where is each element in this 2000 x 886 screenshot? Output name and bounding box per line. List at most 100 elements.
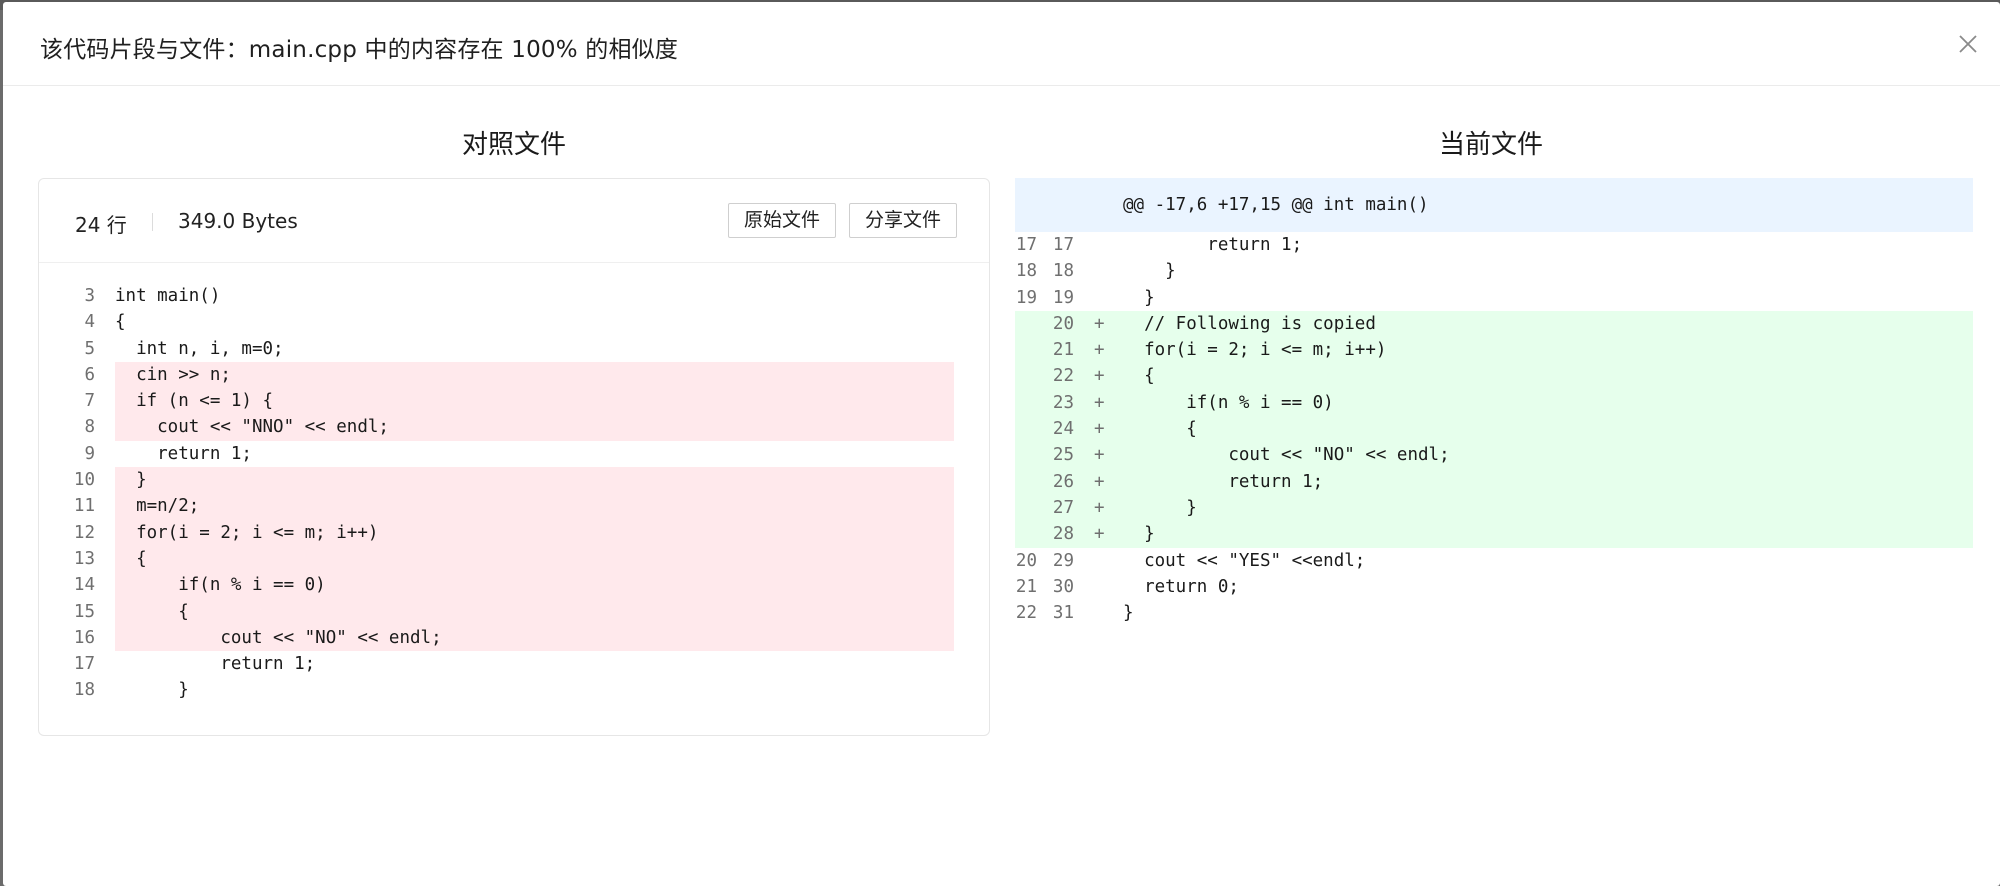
code-line: 4{: [39, 309, 989, 335]
new-line-number: 19: [1052, 287, 1074, 308]
reference-code-view: 3 int main() 4{5 int n, i, m=0; 6 cin >> n;…: [39, 283, 989, 704]
line-number: 15: [73, 601, 95, 622]
code-text: cout << "NO" << endl;: [1123, 445, 1450, 466]
line-number: 10: [73, 470, 95, 491]
file-toolbar: 24 行 349.0 Bytes 原始文件 分享文件: [39, 179, 989, 263]
new-line-number: 17: [1052, 235, 1074, 255]
old-line-number: 17: [1015, 235, 1037, 255]
diff-line-added: 27 + }: [1015, 494, 1973, 522]
code-text: {: [1123, 366, 1155, 387]
code-line: 10 }: [39, 467, 989, 494]
diff-marker: +: [1094, 392, 1105, 413]
line-number: 18: [73, 680, 95, 701]
diff-marker: +: [1094, 419, 1105, 440]
line-number: 6: [84, 364, 95, 385]
code-text: }: [115, 467, 954, 494]
line-count: 24 行: [75, 213, 127, 237]
new-line-number: 28: [1052, 524, 1074, 545]
diff-marker: +: [1094, 313, 1105, 334]
line-number: 11: [73, 496, 95, 517]
code-text: for(i = 2; i <= m; i++): [115, 519, 954, 546]
diff-marker: +: [1094, 366, 1105, 387]
new-line-number: 25: [1052, 445, 1074, 466]
code-text: {: [115, 312, 126, 333]
diff-marker: +: [1094, 445, 1105, 466]
code-text: }: [1123, 261, 1176, 282]
code-text: return 1;: [115, 443, 252, 464]
old-line-number: 22: [1015, 603, 1037, 624]
code-line: 12 for(i = 2; i <= m; i++): [39, 519, 989, 546]
toolbar-divider: [152, 213, 153, 231]
code-text: m=n/2;: [115, 493, 954, 520]
code-line: 9 return 1;: [39, 441, 989, 467]
code-line: 11 m=n/2;: [39, 493, 989, 520]
diff-marker: +: [1094, 471, 1105, 492]
code-text: int n, i, m=0;: [115, 338, 284, 359]
diff-line-added: 25 + cout << "NO" << endl;: [1015, 442, 1973, 469]
diff-line-added: 20 + // Following is copied: [1015, 310, 1973, 338]
code-text: for(i = 2; i <= m; i++): [1123, 340, 1387, 361]
code-text: {: [115, 545, 954, 573]
diff-marker: +: [1094, 524, 1105, 545]
new-line-number: 26: [1052, 471, 1074, 492]
diff-line-context: 17 17 return 1;: [1015, 232, 1973, 258]
diff-lines: 17 17 return 1; 18 18 } 19 19 } 20 + // Followi…: [1015, 232, 1973, 626]
reference-file-title: 对照文件: [461, 130, 566, 160]
modal-title: 该代码片段与文件：main.cpp 中的内容存在 100% 的相似度: [40, 37, 679, 63]
code-line: 17 return 1;: [39, 651, 989, 677]
code-text: }: [1123, 287, 1155, 308]
code-text: if(n % i == 0): [1123, 392, 1334, 413]
line-number: 14: [73, 575, 95, 596]
code-text: cout << "YES" <<endl;: [1123, 550, 1366, 571]
new-line-number: 20: [1052, 313, 1074, 334]
diff-marker: +: [1094, 497, 1105, 518]
code-text: cout << "NO" << endl;: [115, 624, 954, 652]
new-line-number: 21: [1052, 340, 1074, 361]
diff-hunk-header: @@ -17,6 +17,15 @@ int main(): [1015, 178, 1973, 232]
hunk-text: @@ -17,6 +17,15 @@ int main(): [1123, 195, 1429, 215]
code-text: return 1;: [1123, 235, 1303, 255]
code-text: return 1;: [115, 654, 316, 675]
new-line-number: 18: [1052, 261, 1074, 282]
code-text: }: [115, 680, 189, 701]
code-text: cout << "NNO" << endl;: [115, 414, 954, 441]
line-number: 4: [84, 312, 95, 333]
code-line: 14 if(n % i == 0): [39, 572, 989, 599]
new-line-number: 31: [1052, 603, 1074, 624]
line-number: 3: [84, 286, 95, 306]
raw-file-button[interactable]: 原始文件: [728, 203, 836, 238]
code-line: 18 }: [39, 677, 989, 703]
current-file-diff: @@ -17,6 +17,15 @@ int main() 17 17 retur…: [1015, 178, 1973, 626]
code-text: }: [1123, 524, 1155, 545]
code-text: int main(): [115, 286, 221, 306]
code-text: return 0;: [1123, 576, 1239, 597]
diff-line-added: 22 + {: [1015, 363, 1973, 390]
line-number: 7: [84, 391, 95, 412]
new-line-number: 29: [1052, 550, 1074, 571]
diff-line-context: 22 31}: [1015, 600, 1973, 626]
new-line-number: 22: [1052, 366, 1074, 387]
diff-line-context: 19 19 }: [1015, 285, 1973, 311]
code-line: 5 int n, i, m=0;: [39, 336, 989, 362]
code-text: // Following is copied: [1123, 313, 1376, 334]
old-line-number: 20: [1015, 550, 1037, 571]
share-file-button[interactable]: 分享文件: [849, 203, 957, 238]
line-number: 13: [73, 548, 95, 569]
old-line-number: 19: [1015, 287, 1037, 308]
code-line: 8 cout << "NNO" << endl;: [39, 414, 989, 441]
new-line-number: 24: [1052, 419, 1074, 440]
old-line-number: 18: [1015, 261, 1037, 282]
close-icon: [1959, 35, 1977, 53]
line-number: 5: [84, 338, 95, 359]
close-button[interactable]: [1956, 32, 1980, 56]
diff-line-added: 21 + for(i = 2; i <= m; i++): [1015, 337, 1973, 364]
modal-header: 该代码片段与文件：main.cpp 中的内容存在 100% 的相似度: [3, 2, 2000, 86]
new-line-number: 30: [1052, 576, 1074, 597]
code-text: }: [1123, 603, 1134, 624]
new-line-number: 23: [1052, 392, 1074, 413]
diff-line-context: 21 30 return 0;: [1015, 574, 1973, 600]
line-number: 17: [73, 654, 95, 675]
line-number: 12: [73, 522, 95, 543]
code-line: 6 cin >> n;: [39, 361, 989, 389]
code-text: }: [1123, 497, 1197, 518]
